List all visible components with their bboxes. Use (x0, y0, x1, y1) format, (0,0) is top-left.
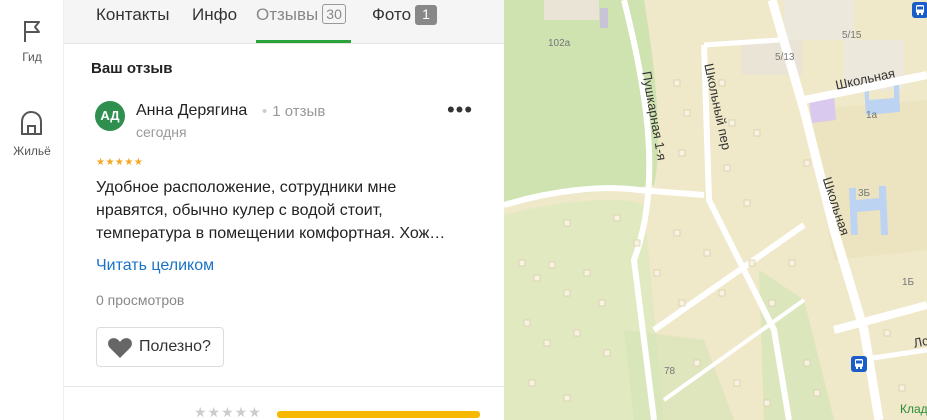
next-review-stars: ★★★★★ (194, 404, 262, 420)
more-options-button[interactable]: ••• (446, 99, 474, 128)
tab-count-badge: 1 (415, 5, 438, 25)
useful-button[interactable]: Полезно? (96, 327, 224, 367)
map-building-label: 1а (866, 110, 878, 121)
review-date: сегодня (136, 124, 187, 140)
map-building-label: 102а (548, 38, 571, 49)
tab-photos[interactable]: Фото 1 (372, 4, 438, 40)
rail-item-label: Гид (22, 50, 42, 64)
active-tab-indicator (256, 40, 351, 43)
rail-item-guide[interactable]: Гид (0, 18, 64, 64)
map-building-label: 5/15 (842, 30, 862, 41)
avatar[interactable]: АД (95, 101, 125, 131)
place-panel: Контакты Инфо Отзывы 30 Фото 1 Ваш отзыв А… (64, 0, 504, 420)
tab-label: Отзывы (256, 5, 319, 24)
review-text-line: Удобное расположение, сотрудники мне (96, 179, 397, 196)
tab-count-badge: 30 (322, 4, 346, 24)
map[interactable]: 102а 5/13 5/15 1а 3Б 1Б 78 Пушкарная 1-я… (504, 0, 927, 420)
map-building-label: 1Б (902, 277, 915, 288)
divider (64, 386, 504, 387)
house-icon (21, 110, 42, 135)
map-building-label: 5/13 (775, 52, 795, 63)
author-name[interactable]: Анна Дерягина (136, 102, 247, 120)
review-text-line: нравятся, обычно кулер с водой стоит, (96, 202, 383, 219)
flag-icon (24, 21, 40, 42)
left-rail: Гид Жильё (0, 0, 64, 420)
tab-contacts[interactable]: Контакты (96, 4, 169, 40)
rating-bar (277, 411, 480, 418)
review-text: Удобное расположение, сотрудники мне нра… (96, 176, 486, 245)
map-building-label: 78 (664, 366, 676, 377)
tab-label: Инфо (192, 5, 238, 24)
author-reviews-count: • 1 отзыв (262, 103, 326, 120)
review-text-line: температура в помещении комфортная. Хож… (96, 225, 446, 242)
section-title: Ваш отзыв (91, 60, 173, 77)
more-icon: ••• (446, 97, 474, 122)
useful-label: Полезно? (139, 338, 211, 355)
tab-label: Контакты (96, 5, 170, 24)
author-reviews-label: 1 отзыв (272, 103, 326, 120)
heart-icon (108, 338, 132, 358)
tab-bar: Контакты Инфо Отзывы 30 Фото 1 (64, 0, 504, 44)
tab-label: Фото (372, 5, 412, 24)
views-count: 0 просмотров (96, 292, 185, 308)
bus-icon[interactable] (851, 356, 867, 372)
tab-reviews[interactable]: Отзывы 30 (256, 4, 346, 40)
read-more-link[interactable]: Читать целиком (96, 257, 214, 275)
rail-item-housing[interactable]: Жильё (0, 108, 64, 158)
map-poi-label: Клад (900, 402, 927, 416)
tab-info[interactable]: Инфо (192, 4, 237, 40)
rail-item-label: Жильё (13, 144, 51, 158)
map-building-label: 3Б (858, 188, 871, 199)
rating-stars: ★★★★★ (96, 157, 144, 168)
bus-icon[interactable] (912, 2, 927, 18)
map-street-label: Лс (912, 332, 927, 351)
